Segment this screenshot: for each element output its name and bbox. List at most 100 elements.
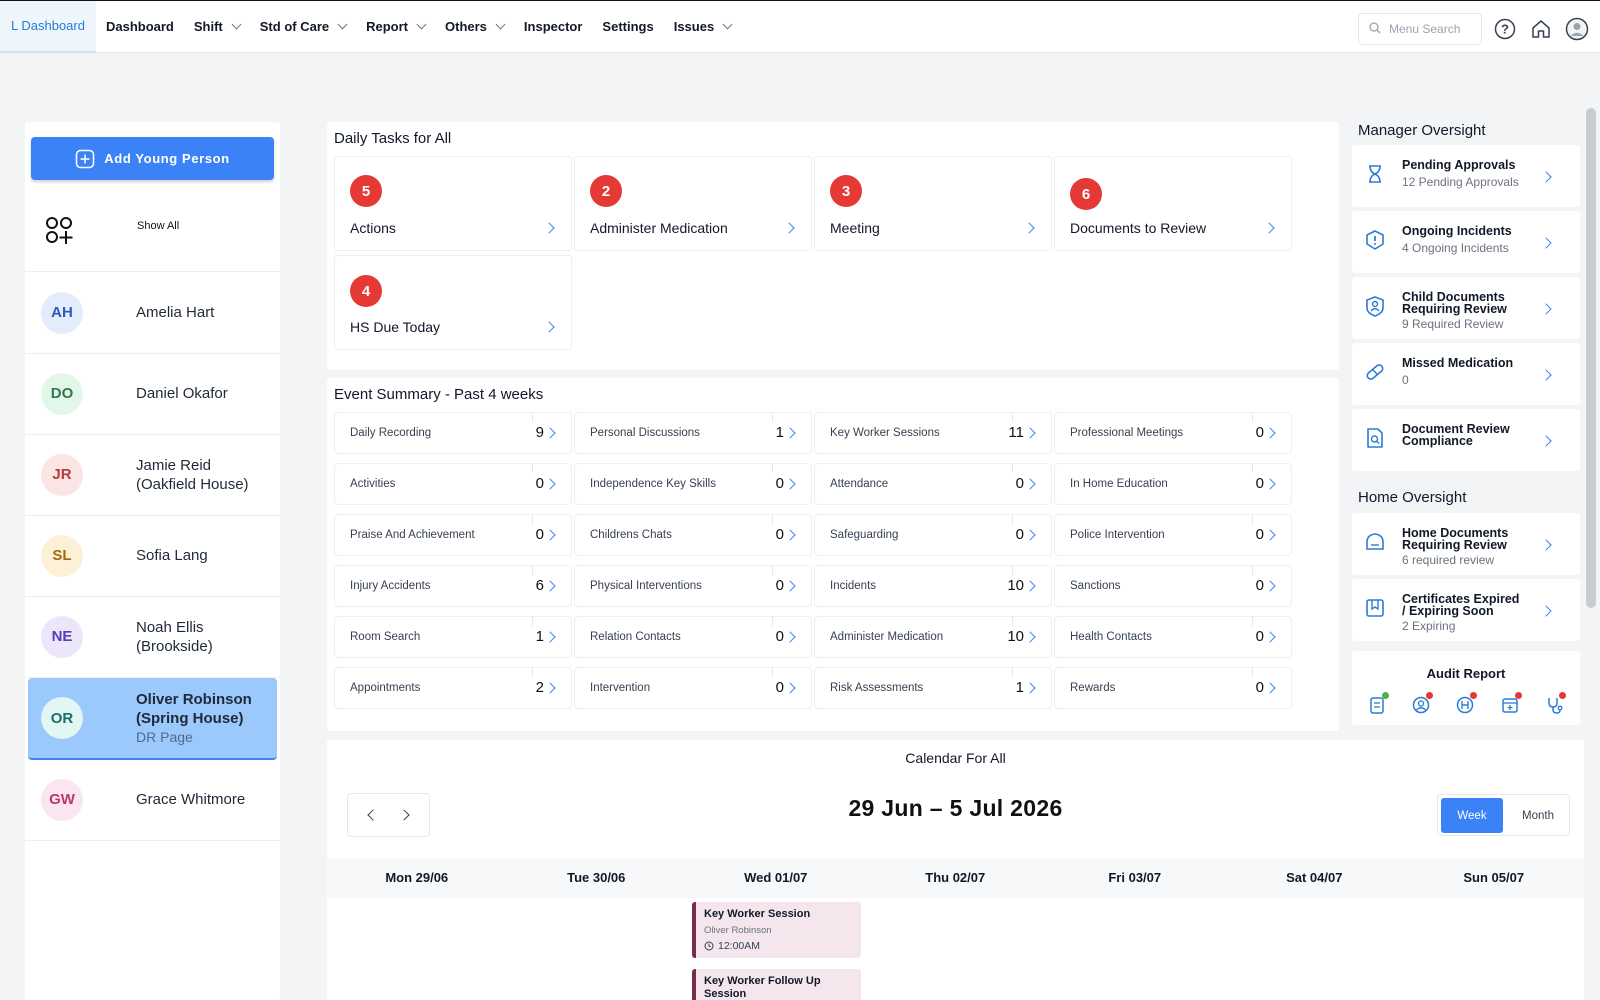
chevron-right-icon[interactable] [784,631,796,643]
oversight-item[interactable]: Child Documents Requiring Review 9 Require… [1352,277,1580,339]
page-scrollbar[interactable] [1586,108,1596,608]
chevron-right-icon[interactable] [1024,682,1036,694]
task-card-administer-medication[interactable]: 2 Administer Medication [574,156,812,251]
nav-item-inspector[interactable]: Inspector [514,1,593,53]
event-card[interactable]: Injury Accidents 6 [334,565,572,607]
nav-item-report[interactable]: Report [356,1,435,53]
task-card-hs-due-today[interactable]: 4 HS Due Today [334,255,572,350]
calendar-audit-icon[interactable] [1500,692,1522,715]
chevron-right-icon[interactable] [1264,427,1276,439]
oversight-item[interactable]: Pending Approvals 12 Pending Approvals [1352,145,1580,207]
month-view-button[interactable]: Month [1508,798,1568,833]
chevron-right-icon[interactable] [1023,222,1035,234]
chevron-right-icon[interactable] [544,478,556,490]
event-card[interactable]: Administer Medication 10 [814,616,1052,658]
user-circle-audit-icon[interactable] [1411,692,1433,715]
oversight-item[interactable]: Certificates Expired / Expiring Soon 2 Exp… [1352,579,1580,641]
chevron-right-icon[interactable] [1024,631,1036,643]
event-card[interactable]: Safeguarding 0 [814,514,1052,556]
nav-item-shift[interactable]: Shift [184,1,250,53]
chevron-right-icon[interactable] [1024,580,1036,592]
chevron-right-icon[interactable] [1024,529,1036,541]
chevron-right-icon[interactable] [1540,539,1552,551]
calendar-event[interactable]: Key Worker Follow Up Session [692,969,861,1000]
chevron-right-icon[interactable] [544,529,556,541]
stethoscope-audit-icon[interactable] [1544,692,1566,715]
chevron-right-icon[interactable] [1540,369,1552,381]
chevron-right-icon[interactable] [1024,478,1036,490]
event-card[interactable]: Health Contacts 0 [1054,616,1292,658]
profile-icon[interactable] [1564,16,1590,42]
chevron-right-icon[interactable] [1540,605,1552,617]
show-all-item[interactable]: Show All [25,190,280,272]
chevron-right-icon[interactable] [784,478,796,490]
event-card[interactable]: Police Intervention 0 [1054,514,1292,556]
event-card[interactable]: Incidents 10 [814,565,1052,607]
chevron-right-icon[interactable] [1264,478,1276,490]
event-card[interactable]: Sanctions 0 [1054,565,1292,607]
chevron-right-icon[interactable] [544,682,556,694]
help-icon[interactable]: ? [1492,16,1518,42]
oversight-item[interactable]: Home Documents Requiring Review 6 required… [1352,513,1580,575]
event-card[interactable]: Intervention 0 [574,667,812,709]
event-card[interactable]: Praise And Achievement 0 [334,514,572,556]
chevron-right-icon[interactable] [1264,529,1276,541]
event-card[interactable]: Physical Interventions 0 [574,565,812,607]
event-card[interactable]: Appointments 2 [334,667,572,709]
event-card[interactable]: Attendance 0 [814,463,1052,505]
chevron-right-icon[interactable] [544,427,556,439]
oversight-item[interactable]: Document Review Compliance [1352,409,1580,471]
task-card-documents-to-review[interactable]: 6 Documents to Review [1054,156,1292,251]
chevron-right-icon[interactable] [1024,427,1036,439]
chevron-right-icon[interactable] [783,222,795,234]
person-item[interactable]: GW Grace Whitmore [25,759,280,841]
chevron-right-icon[interactable] [1540,171,1552,183]
chevron-right-icon[interactable] [784,427,796,439]
chevron-right-icon[interactable] [1263,222,1275,234]
chevron-right-icon[interactable] [1540,435,1552,447]
person-item[interactable]: SL Sofia Lang [25,515,280,597]
person-item[interactable]: OR Oliver Robinson (Spring House) DR Page [28,678,277,760]
event-card[interactable]: Relation Contacts 0 [574,616,812,658]
chevron-right-icon[interactable] [784,529,796,541]
event-card[interactable]: Activities 0 [334,463,572,505]
event-card[interactable]: In Home Education 0 [1054,463,1292,505]
person-item[interactable]: JR Jamie Reid (Oakfield House) [25,434,280,516]
task-card-actions[interactable]: 5 Actions [334,156,572,251]
chevron-right-icon[interactable] [1264,682,1276,694]
home-icon[interactable] [1528,16,1554,42]
oversight-item[interactable]: Missed Medication 0 [1352,343,1580,405]
chevron-right-icon[interactable] [544,580,556,592]
event-card[interactable]: Professional Meetings 0 [1054,412,1292,454]
menu-search-input[interactable]: Menu Search [1358,13,1482,45]
event-card[interactable]: Personal Discussions 1 [574,412,812,454]
clipboard-audit-icon[interactable] [1367,692,1389,715]
calendar-event[interactable]: Key Worker Session Oliver Robinson 12:00… [692,902,861,958]
chevron-right-icon[interactable] [784,580,796,592]
event-card[interactable]: Room Search 1 [334,616,572,658]
chevron-right-icon[interactable] [784,682,796,694]
event-card[interactable]: Childrens Chats 0 [574,514,812,556]
nav-item-std-of-care[interactable]: Std of Care [250,1,356,53]
chevron-right-icon[interactable] [1540,303,1552,315]
health-audit-icon[interactable] [1455,692,1477,715]
nav-item-others[interactable]: Others [435,1,514,53]
nav-item-settings[interactable]: Settings [592,1,663,53]
event-card[interactable]: Rewards 0 [1054,667,1292,709]
add-young-person-button[interactable]: Add Young Person [31,137,274,180]
chevron-right-icon[interactable] [1540,237,1552,249]
chevron-right-icon[interactable] [1264,631,1276,643]
chevron-right-icon[interactable] [543,321,555,333]
nav-item-dashboard[interactable]: Dashboard [96,1,184,53]
person-item[interactable]: AH Amelia Hart [25,272,280,354]
week-view-button[interactable]: Week [1441,798,1503,833]
nav-tab-l-dashboard[interactable]: L Dashboard [0,0,96,53]
event-card[interactable]: Risk Assessments 1 [814,667,1052,709]
event-card[interactable]: Independence Key Skills 0 [574,463,812,505]
person-item[interactable]: NE Noah Ellis (Brookside) [25,596,280,678]
chevron-right-icon[interactable] [543,222,555,234]
person-item[interactable]: DO Daniel Okafor [25,353,280,435]
nav-item-issues[interactable]: Issues [664,1,741,53]
event-card[interactable]: Key Worker Sessions 11 [814,412,1052,454]
oversight-item[interactable]: Ongoing Incidents 4 Ongoing Incidents [1352,211,1580,273]
